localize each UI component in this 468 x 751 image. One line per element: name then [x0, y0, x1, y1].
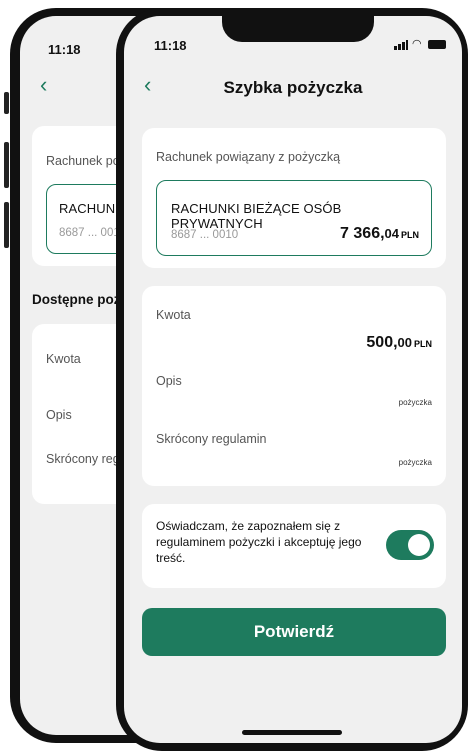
- account-name: RACHUNK: [59, 201, 124, 216]
- battery-icon: [428, 40, 446, 49]
- side-button: [4, 202, 9, 248]
- description-value: pożyczka: [398, 398, 432, 407]
- description-label: Opis: [46, 408, 72, 422]
- section-title: Dostępne poż: [32, 292, 121, 307]
- status-time: 11:18: [48, 42, 81, 57]
- amount-label: Kwota: [46, 352, 81, 366]
- wifi-icon: ◠: [412, 38, 422, 50]
- page-title: Szybka pożyczka: [223, 78, 363, 97]
- status-time: 11:18: [154, 38, 187, 53]
- signal-icon: [394, 40, 408, 50]
- back-arrow-icon[interactable]: ‹: [40, 74, 47, 96]
- consent-text: Oświadczam, że zapoznałem się z regulami…: [156, 519, 362, 565]
- side-button: [4, 92, 9, 114]
- amount-value: 500,00 PLN: [366, 334, 432, 351]
- linked-account-label: Rachunek po: [46, 154, 120, 168]
- amount-label: Kwota: [156, 308, 191, 322]
- terms-label[interactable]: Skrócony regulamin: [156, 432, 266, 446]
- terms-label: Skrócony reg: [46, 452, 120, 466]
- side-button: [4, 142, 9, 188]
- account-card: Rachunek powiązany z pożyczką RACHUNKI B…: [142, 128, 446, 268]
- account-number: 8687 ... 001: [59, 227, 120, 239]
- confirm-button[interactable]: Potwierdź: [142, 608, 446, 656]
- linked-account-label: Rachunek powiązany z pożyczką: [156, 150, 341, 164]
- toggle-knob: [408, 534, 430, 556]
- consent-card: Oświadczam, że zapoznałem się z regulami…: [142, 504, 446, 588]
- front-phone-screen: 11:18 ◠ ‹ Szybka pożyczka Rachunek powią…: [124, 16, 462, 743]
- account-box[interactable]: RACHUNKI BIEŻĄCE OSÓB PRYWATNYCH 8687 ..…: [156, 180, 432, 256]
- terms-value: pożyczka: [398, 458, 432, 467]
- description-label: Opis: [156, 374, 182, 388]
- account-balance: 7 366,04 PLN: [340, 225, 419, 242]
- consent-toggle[interactable]: [386, 530, 434, 560]
- front-phone: 11:18 ◠ ‹ Szybka pożyczka Rachunek powią…: [116, 8, 468, 751]
- loan-details-card: Kwota 500,00 PLN Opis pożyczka Skrócony r…: [142, 286, 446, 486]
- notch: [222, 16, 374, 42]
- account-number: 8687 ... 0010: [171, 229, 239, 241]
- home-indicator: [242, 730, 342, 735]
